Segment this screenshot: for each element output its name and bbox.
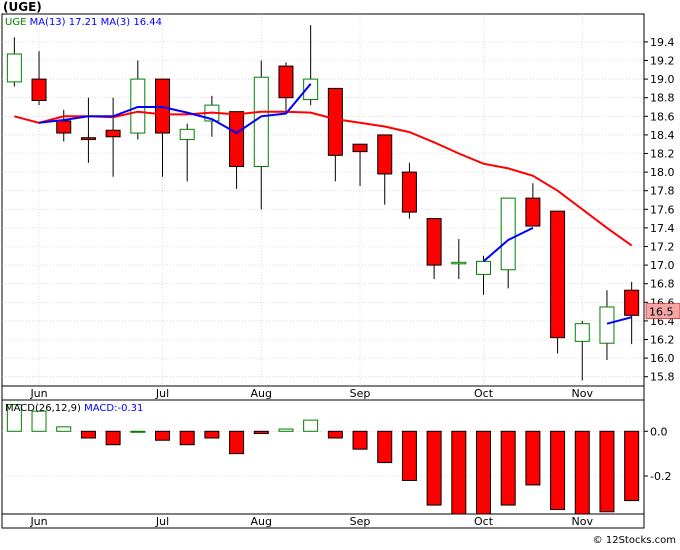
macd-bar bbox=[377, 430, 393, 464]
macd-bar bbox=[56, 426, 72, 432]
price-y-tick-label: 15.8 bbox=[650, 371, 675, 384]
macd-bar bbox=[327, 430, 343, 439]
candle-body bbox=[327, 87, 343, 156]
macd-bar bbox=[105, 430, 121, 446]
price-x-month-label: Oct bbox=[474, 387, 494, 400]
macd-bar bbox=[204, 430, 220, 439]
legend-ma3: MA(3) 16.44 bbox=[101, 17, 162, 28]
macd-bar bbox=[574, 430, 590, 515]
macd-bar bbox=[525, 430, 541, 486]
candle-body bbox=[574, 323, 590, 342]
macd-y-tick-label: 0.0 bbox=[650, 425, 668, 438]
legend-ma13: MA(13) 17.21 bbox=[30, 17, 101, 28]
candle-body bbox=[6, 53, 22, 83]
macd-bar bbox=[599, 430, 615, 513]
candle-body bbox=[31, 78, 47, 101]
macd-bar bbox=[451, 430, 467, 515]
price-y-tick-label: 18.4 bbox=[650, 129, 675, 142]
macd-legend-value: MACD:-0.31 bbox=[84, 403, 143, 414]
macd-legend: MACD(26,12,9) MACD:-0.31 bbox=[5, 403, 143, 414]
macd-x-month-label: Jun bbox=[29, 515, 47, 528]
price-y-tick-label: 18.6 bbox=[650, 110, 675, 123]
macd-bar bbox=[179, 430, 195, 446]
candle-body bbox=[401, 171, 417, 213]
candle-body bbox=[377, 134, 393, 175]
candle-body bbox=[179, 128, 195, 141]
price-y-tick-label: 19.0 bbox=[650, 73, 675, 86]
price-x-month-label: Sep bbox=[350, 387, 371, 400]
macd-x-month-label: Jul bbox=[155, 515, 169, 528]
price-x-month-label: Aug bbox=[251, 387, 272, 400]
candle-body bbox=[500, 197, 516, 271]
macd-bar bbox=[303, 419, 319, 432]
macd-bar bbox=[229, 430, 245, 455]
chart-canvas: 15.8 16.0 16.2 16.4 16.6 16.8 17.0 17.2 17.4 17.6… bbox=[0, 0, 680, 546]
candle-body bbox=[80, 137, 96, 141]
macd-bar bbox=[253, 430, 269, 435]
candle-body bbox=[278, 65, 294, 99]
price-y-tick-label: 19.4 bbox=[650, 36, 675, 49]
candle-body bbox=[56, 120, 72, 134]
chart-title: (UGE) bbox=[3, 0, 42, 14]
macd-panel-frame bbox=[1, 399, 645, 515]
candle-body bbox=[451, 261, 467, 265]
price-y-tick-label: 19.2 bbox=[650, 55, 675, 68]
price-y-tick-label: 18.2 bbox=[650, 148, 675, 161]
price-y-tick-label: 17.2 bbox=[650, 241, 675, 254]
macd-bar bbox=[80, 430, 96, 439]
legend-symbol: UGE bbox=[5, 17, 30, 28]
price-y-tick-label: 18.8 bbox=[650, 92, 675, 105]
macd-bar bbox=[624, 430, 640, 502]
price-x-month-label: Nov bbox=[572, 387, 594, 400]
macd-x-axis-band bbox=[1, 513, 645, 529]
macd-bar bbox=[401, 430, 417, 481]
candle-body bbox=[253, 76, 269, 168]
candle-body bbox=[624, 289, 640, 316]
price-y-tick-label: 17.8 bbox=[650, 185, 675, 198]
price-y-tick-label: 16.8 bbox=[650, 278, 675, 291]
macd-bar bbox=[500, 430, 516, 506]
candle-body bbox=[105, 129, 121, 138]
macd-bar bbox=[155, 430, 170, 441]
macd-x-month-label: Nov bbox=[572, 515, 594, 528]
macd-bar bbox=[550, 430, 566, 511]
credit-text: © 12Stocks.com bbox=[592, 535, 676, 546]
macd-bar bbox=[476, 430, 491, 515]
price-y-tick-label: 17.6 bbox=[650, 203, 675, 216]
macd-bar bbox=[130, 430, 146, 433]
stock-chart: 15.816.016.216.416.616.817.017.217.417.6… bbox=[1, 13, 680, 529]
price-legend: UGE MA(13) 17.21 MA(3) 16.44 bbox=[5, 17, 162, 28]
macd-bar bbox=[426, 430, 442, 506]
price-y-tick-label: 16.2 bbox=[650, 334, 675, 347]
candle-body bbox=[476, 260, 491, 275]
last-price-label: 16.5 bbox=[649, 306, 674, 319]
price-x-axis-band bbox=[1, 385, 645, 401]
price-y-tick-label: 17.4 bbox=[650, 222, 675, 235]
macd-x-month-label: Aug bbox=[251, 515, 272, 528]
candle-body bbox=[426, 218, 442, 266]
candle-body bbox=[599, 306, 615, 344]
price-y-tick-label: 17.0 bbox=[650, 259, 675, 272]
macd-bar bbox=[352, 430, 368, 450]
macd-x-month-label: Oct bbox=[474, 515, 494, 528]
price-y-tick-label: 18.0 bbox=[650, 166, 675, 179]
candle-body bbox=[550, 210, 566, 339]
macd-x-month-label: Sep bbox=[350, 515, 371, 528]
macd-bar bbox=[278, 428, 294, 432]
macd-legend-label: MACD(26,12,9) bbox=[5, 403, 84, 414]
price-x-month-label: Jul bbox=[155, 387, 169, 400]
macd-bar bbox=[31, 410, 47, 432]
candle-body bbox=[352, 143, 368, 153]
price-y-tick-label: 16.0 bbox=[650, 352, 675, 365]
macd-y-tick-label: -0.2 bbox=[650, 470, 671, 483]
price-panel-frame bbox=[1, 13, 645, 387]
candle-body bbox=[229, 111, 245, 168]
candle-body bbox=[525, 197, 541, 227]
price-x-month-label: Jun bbox=[29, 387, 47, 400]
